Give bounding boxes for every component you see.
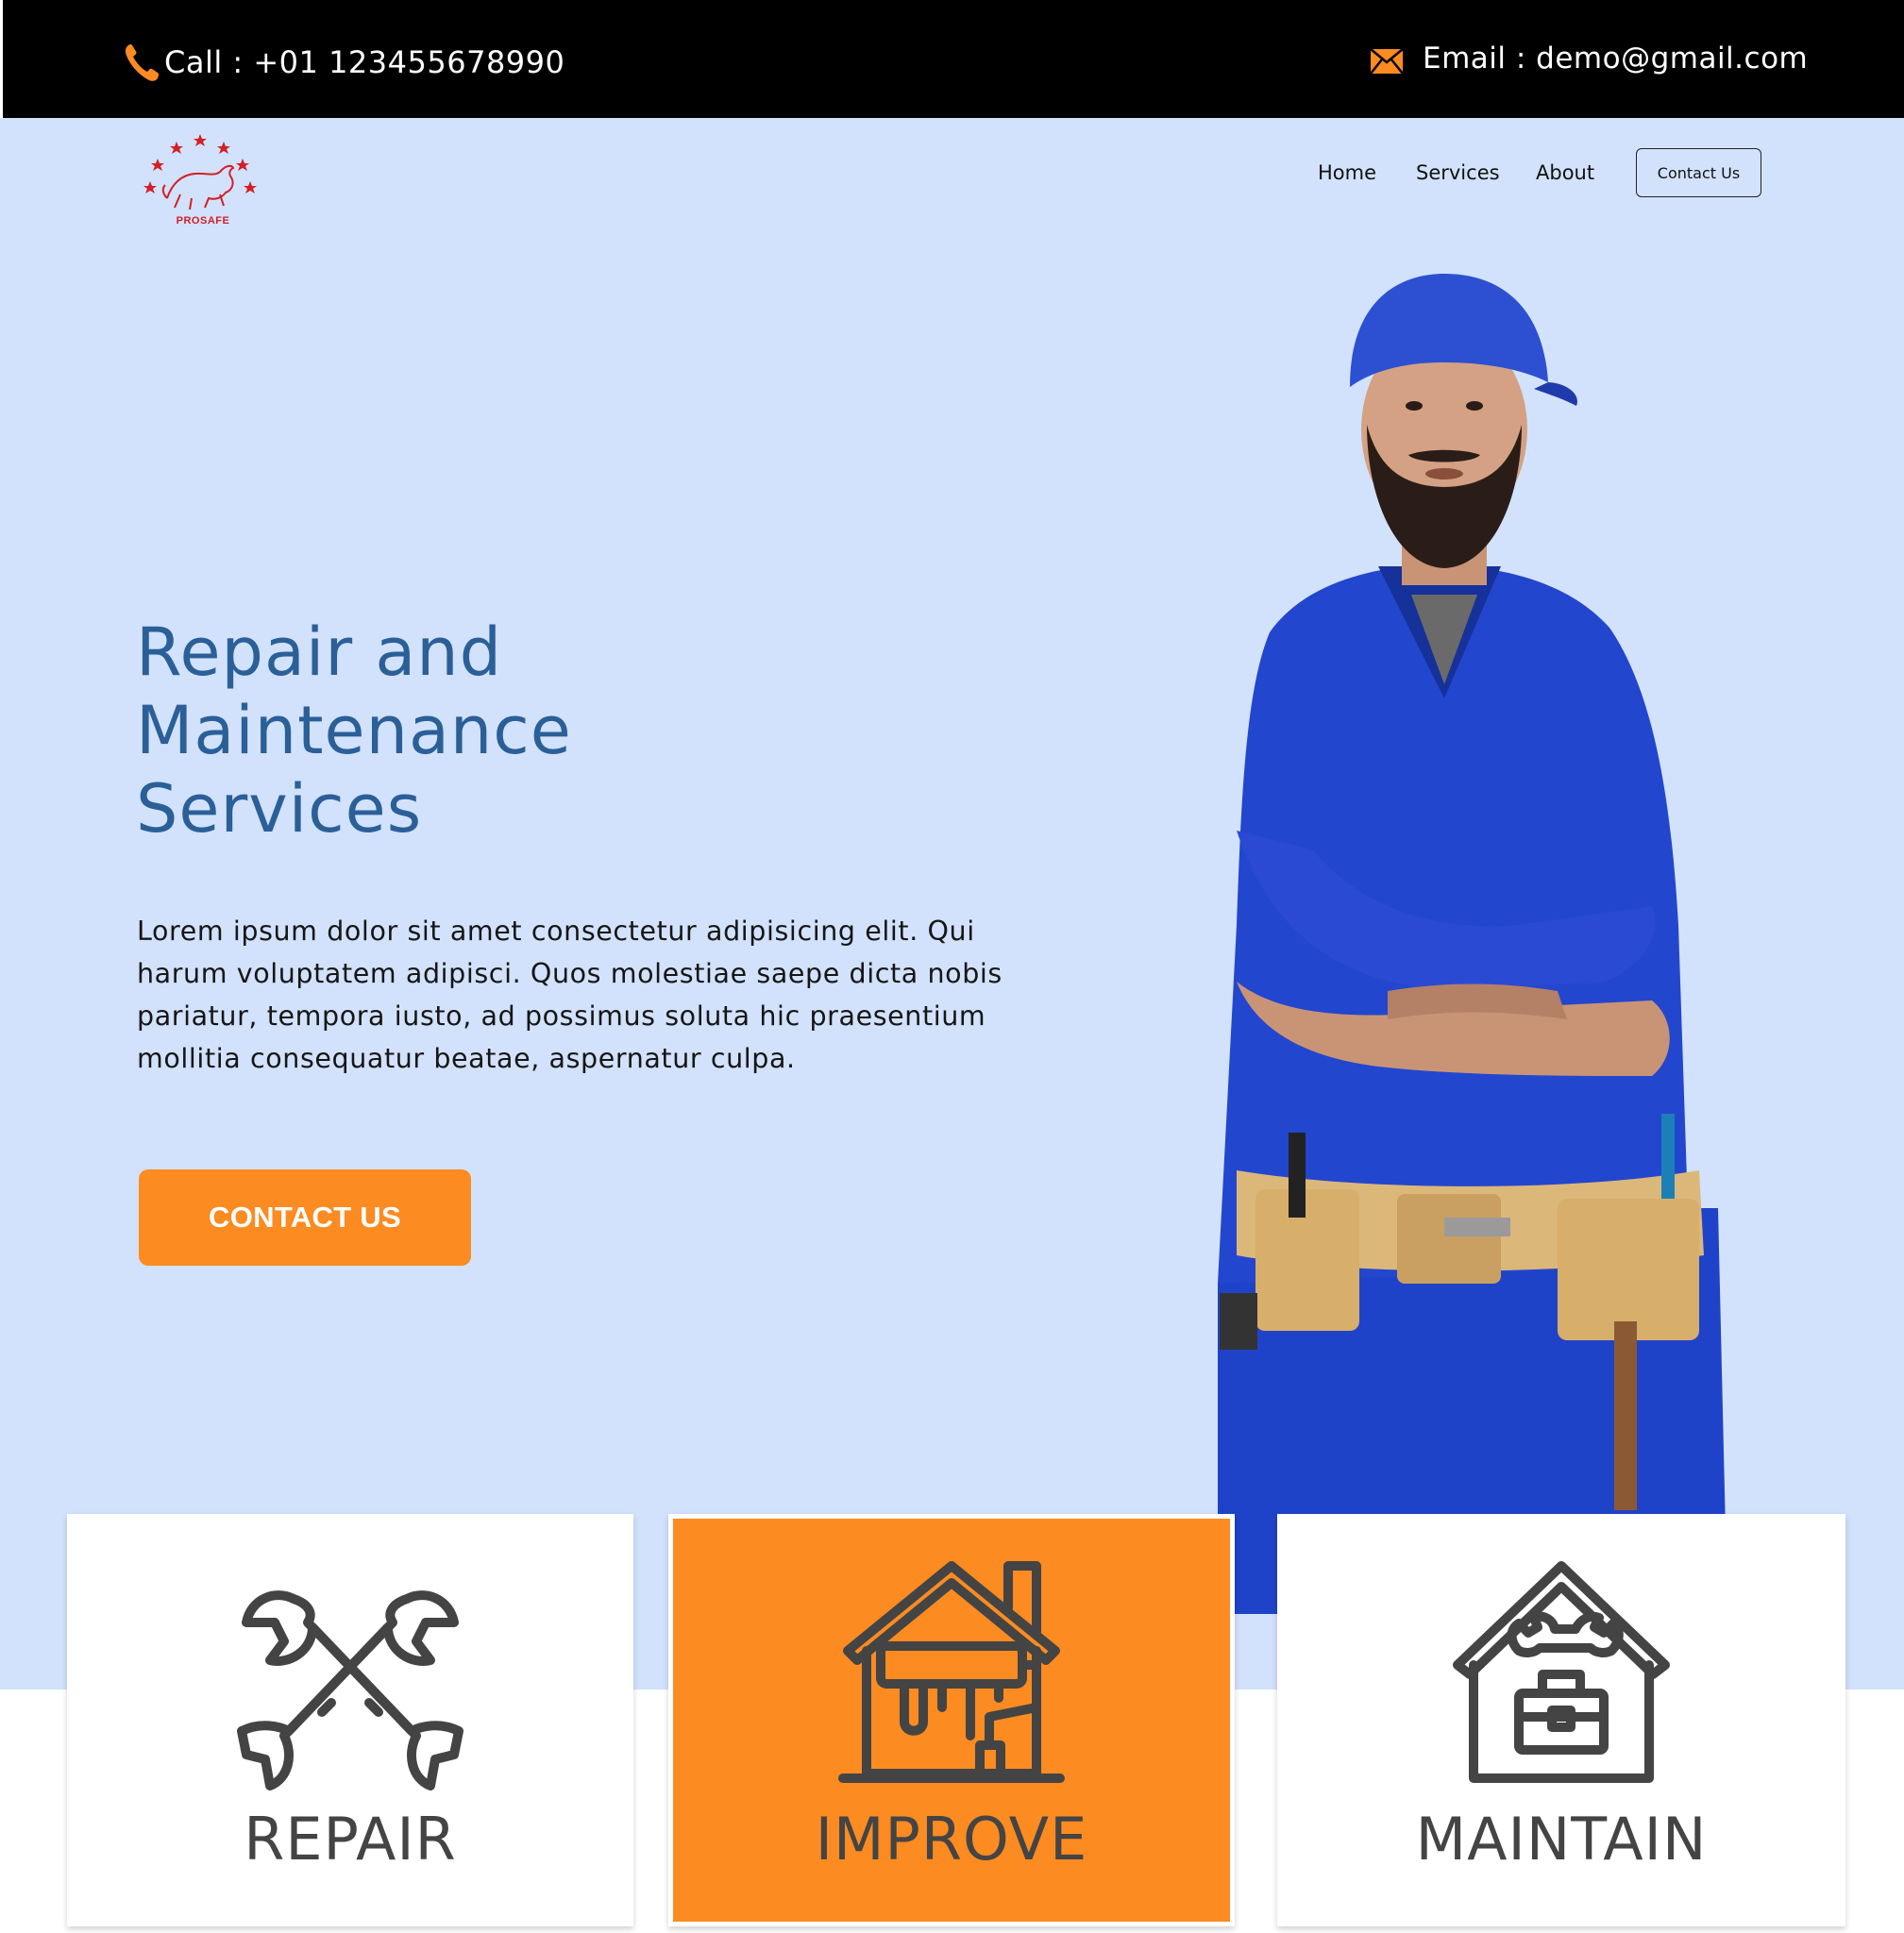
house-toolbox-icon — [1277, 1561, 1845, 1788]
hero-headline: Repair and Maintenance Services — [136, 614, 816, 849]
hero-description: Lorem ipsum dolor sit amet consectetur a… — [137, 916, 1003, 1074]
house-paint-roller-icon — [668, 1556, 1235, 1792]
phone-icon — [125, 44, 160, 81]
service-card-repair[interactable]: REPAIR — [67, 1514, 633, 1926]
contact-us-button[interactable]: CONTACT US — [139, 1169, 471, 1266]
envelope-icon — [1370, 48, 1404, 75]
card-label-improve: IMPROVE — [815, 1805, 1088, 1874]
main-nav: Home Services About Contact Us — [0, 148, 1904, 197]
email-text: Email : demo@gmail.com — [1423, 42, 1809, 76]
top-contact-bar: Call : +01 123455678990 Email : demo@gma… — [3, 0, 1904, 118]
headline-line: Services — [136, 770, 423, 848]
headline-line: Maintenance — [136, 692, 572, 769]
call-text: Call : +01 123455678990 — [164, 44, 565, 80]
nav-about[interactable]: About — [1536, 161, 1594, 184]
nav-services[interactable]: Services — [1416, 161, 1500, 184]
card-label-repair: REPAIR — [244, 1805, 457, 1874]
nav-home[interactable]: Home — [1318, 161, 1376, 184]
service-card-improve[interactable]: IMPROVE — [668, 1514, 1235, 1926]
email-info[interactable]: Email : demo@gmail.com — [1370, 42, 1808, 76]
worker-photo — [1161, 264, 1765, 1614]
call-info[interactable]: Call : +01 123455678990 — [123, 42, 564, 83]
service-card-maintain[interactable]: MAINTAIN — [1277, 1514, 1845, 1926]
crossed-wrenches-icon — [67, 1571, 633, 1797]
logo-text: PROSAFE — [176, 215, 230, 227]
nav-contact-button[interactable]: Contact Us — [1636, 148, 1761, 197]
headline-line: Repair and — [136, 614, 503, 691]
card-label-maintain: MAINTAIN — [1415, 1805, 1708, 1874]
